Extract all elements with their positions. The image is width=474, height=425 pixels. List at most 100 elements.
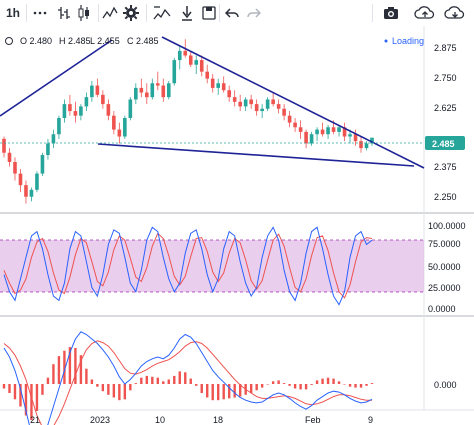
candle-body xyxy=(216,83,221,88)
undo-icon[interactable] xyxy=(222,0,242,26)
macd-histogram-bar xyxy=(8,384,11,393)
macd-histogram-bar xyxy=(112,384,116,398)
macd-tick: 0.000 xyxy=(434,380,457,390)
bar-style-icon[interactable] xyxy=(54,0,74,26)
macd-histogram-bar xyxy=(293,384,297,389)
candle-body xyxy=(29,189,34,197)
macd-histogram-bar xyxy=(52,364,55,384)
macd-histogram-bar xyxy=(189,378,192,384)
candle-body xyxy=(128,99,133,118)
macd-histogram-bar xyxy=(233,384,236,398)
candle-body xyxy=(7,152,12,162)
macd-histogram-bar xyxy=(162,381,165,384)
macd-histogram-bar xyxy=(332,378,335,384)
macd-histogram-bar xyxy=(354,384,357,388)
legend-low: L 2.455 xyxy=(90,36,120,46)
time-tick: 9 xyxy=(368,415,373,425)
macd-histogram-bar xyxy=(326,377,330,384)
candle-body xyxy=(188,55,193,65)
candle-body xyxy=(106,104,111,116)
candles-style-icon[interactable] xyxy=(74,0,94,26)
macd-histogram-bar xyxy=(277,380,280,384)
candle-body xyxy=(177,50,182,61)
loading-status: Loading xyxy=(392,36,424,46)
candle-body xyxy=(221,83,226,91)
macd-histogram-bar xyxy=(107,384,110,395)
stoch-tick: 75.0000 xyxy=(428,239,461,249)
candle-body xyxy=(95,85,100,95)
candle-body xyxy=(51,134,56,144)
ellipsis-icon[interactable] xyxy=(30,0,50,26)
candle-body xyxy=(18,173,23,186)
price-tick: 2.375 xyxy=(434,162,457,172)
last-price-value: 2.485 xyxy=(432,139,455,149)
stoch-tick: 0.0000 xyxy=(428,304,456,314)
macd-histogram-bar xyxy=(211,384,214,401)
candle-body xyxy=(73,111,78,116)
time-tick: 21 xyxy=(30,415,40,425)
cloud-download-icon[interactable] xyxy=(442,0,468,26)
interval-button[interactable]: 1h xyxy=(2,0,24,26)
loading-dot-icon xyxy=(384,39,388,43)
macd-histogram-bar xyxy=(184,372,187,384)
candle-body xyxy=(145,92,149,98)
time-tick: Feb xyxy=(305,415,321,425)
macd-histogram-bar xyxy=(255,384,258,391)
price-tick: 2.250 xyxy=(434,192,457,202)
candle-body xyxy=(123,118,127,137)
macd-histogram-bar xyxy=(134,383,138,384)
macd-histogram-bar xyxy=(195,384,198,386)
macd-histogram-bar xyxy=(13,384,17,400)
candle-body xyxy=(46,143,50,156)
indicators-icon[interactable] xyxy=(100,0,120,26)
macd-histogram-bar xyxy=(123,384,127,400)
macd-histogram-bar xyxy=(260,384,264,388)
macd-histogram-bar xyxy=(288,384,291,386)
stoch-tick: 100.0000 xyxy=(428,221,466,231)
candle-body xyxy=(304,131,308,144)
candle-body xyxy=(166,83,171,98)
candle-body xyxy=(161,85,166,98)
candle-body xyxy=(194,60,199,65)
macd-histogram-bar xyxy=(299,384,302,390)
save-icon[interactable] xyxy=(199,0,219,26)
toolbar-divider xyxy=(98,4,99,22)
macd-histogram-bar xyxy=(167,379,170,384)
time-tick: 2023 xyxy=(90,415,110,425)
macd-histogram-bar xyxy=(266,384,269,385)
redo-icon[interactable] xyxy=(244,0,264,26)
candle-body xyxy=(150,83,155,98)
macd-histogram-bar xyxy=(85,368,88,384)
screenshot-icon[interactable] xyxy=(380,0,402,26)
replay-icon[interactable] xyxy=(176,0,198,26)
macd-histogram-bar xyxy=(321,378,324,384)
candle-body xyxy=(326,127,330,135)
candle-body xyxy=(79,106,83,116)
macd-histogram-bar xyxy=(140,377,143,384)
macd-histogram-bar xyxy=(217,384,220,401)
candle-body xyxy=(199,60,204,72)
candle-body xyxy=(57,118,61,135)
toolbar-divider xyxy=(26,4,27,22)
candle-body xyxy=(315,129,319,135)
candle-body xyxy=(320,129,325,135)
candle-body xyxy=(117,129,122,137)
candle-body xyxy=(210,78,215,88)
legend-close: C 2.485 xyxy=(127,36,159,46)
cloud-upload-icon[interactable] xyxy=(412,0,438,26)
macd-histogram-bar xyxy=(57,356,61,384)
candle-body xyxy=(13,162,17,174)
macd-histogram-bar xyxy=(359,384,363,388)
macd-histogram-bar xyxy=(282,383,286,384)
macd-histogram-bar xyxy=(156,377,159,384)
macd-histogram-bar xyxy=(96,384,99,387)
macd-histogram-bar xyxy=(90,379,94,384)
settings-gear-icon[interactable] xyxy=(120,0,142,26)
candle-body xyxy=(112,115,116,130)
candle-body xyxy=(205,71,210,79)
candle-body xyxy=(265,99,270,109)
price-tick: 2.750 xyxy=(434,73,457,83)
macd-histogram-bar xyxy=(310,384,313,385)
alerts-icon[interactable] xyxy=(150,0,174,26)
chart-area[interactable]: O 2.480 H 2.485 L 2.455 C 2.485 Loading … xyxy=(0,26,474,425)
